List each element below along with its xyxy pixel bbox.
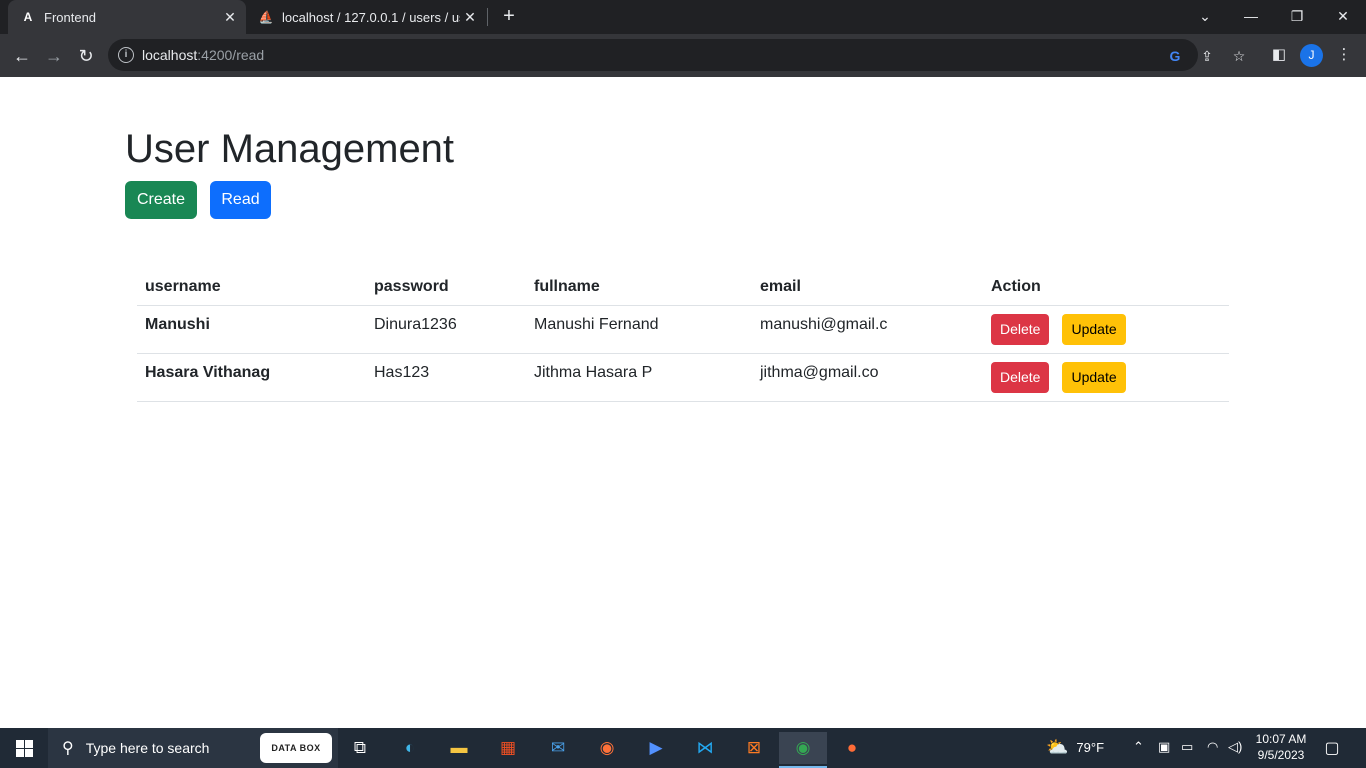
site-info-icon[interactable]: i bbox=[118, 47, 134, 63]
meet-icon[interactable]: ▣ bbox=[1158, 739, 1170, 755]
cell-actions: Delete Update bbox=[983, 353, 1229, 402]
edge-icon[interactable]: ◐ bbox=[390, 732, 430, 764]
weather-widget[interactable]: ⛅ 79°F bbox=[1046, 737, 1104, 758]
tab-title: Frontend bbox=[44, 9, 97, 25]
search-placeholder: Type here to search bbox=[85, 740, 210, 756]
url-path: :4200/read bbox=[197, 47, 265, 63]
tab-title: localhost / 127.0.0.1 / users / use bbox=[282, 9, 460, 25]
angular-icon: A bbox=[23, 10, 33, 24]
xampp-icon[interactable]: ⊠ bbox=[734, 732, 774, 764]
username-text: Manushi bbox=[145, 316, 210, 333]
cell-email: manushi@gmail.c bbox=[752, 305, 983, 354]
bookmark-star-icon[interactable]: ☆ bbox=[1230, 47, 1248, 65]
firefox-icon[interactable]: ◉ bbox=[587, 732, 627, 764]
windows-taskbar: ⚲ Type here to search DATA BOX ⧉ ◐ ▬ ▦ ✉… bbox=[0, 728, 1366, 768]
browser-toolbar: ← → ↻ i localhost:4200/read G ⇪ ☆ ◧ J ⋮ bbox=[0, 34, 1366, 77]
mail-icon[interactable]: ✉ bbox=[538, 732, 578, 764]
cell-password: Has123 bbox=[366, 353, 526, 402]
share-icon[interactable]: ⇪ bbox=[1198, 47, 1216, 65]
reload-button[interactable]: ↻ bbox=[72, 42, 100, 70]
close-icon[interactable]: ✕ bbox=[220, 9, 240, 26]
close-icon[interactable]: ✕ bbox=[460, 9, 480, 26]
table-row: Hasara Vithanag Has123 Jithma Hasara P j… bbox=[137, 353, 1229, 402]
url-host: localhost bbox=[142, 47, 198, 63]
page-content: User Management Create Read username pas… bbox=[0, 77, 1366, 728]
cell-fullname: Manushi Fernand bbox=[526, 305, 752, 354]
cell-fullname: Jithma Hasara P bbox=[526, 353, 752, 402]
page-title: User Management bbox=[125, 127, 455, 171]
url-text[interactable]: localhost:4200/read bbox=[142, 47, 264, 63]
table-row: Manushi Dinura1236 Manushi Fernand manus… bbox=[137, 305, 1229, 354]
cell-password: Dinura1236 bbox=[366, 305, 526, 354]
battery-icon[interactable]: ▭ bbox=[1181, 739, 1193, 755]
tab-divider bbox=[487, 8, 488, 26]
microsoft-store-icon[interactable]: ▦ bbox=[488, 732, 528, 764]
column-header-username: username bbox=[137, 267, 366, 306]
browser-tab-strip: A Frontend ✕ ⛵ localhost / 127.0.0.1 / u… bbox=[0, 0, 1366, 34]
forward-button[interactable]: → bbox=[40, 42, 68, 70]
databox-app[interactable]: DATA BOX bbox=[260, 733, 332, 763]
minimize-button[interactable]: — bbox=[1228, 0, 1274, 34]
vscode-icon[interactable]: ⋈ bbox=[685, 732, 725, 764]
column-header-action: Action bbox=[983, 267, 1229, 306]
fullname-text: Jithma Hasara P bbox=[534, 364, 653, 381]
delete-button[interactable]: Delete bbox=[991, 313, 1050, 345]
postman-icon[interactable]: ● bbox=[832, 732, 872, 764]
tab-frontend[interactable]: A Frontend ✕ bbox=[8, 0, 246, 34]
column-header-fullname: fullname bbox=[526, 267, 752, 306]
cell-username: Hasara Vithanag bbox=[137, 353, 366, 402]
tab-search-icon[interactable]: ⌄ bbox=[1182, 0, 1228, 34]
new-tab-button[interactable]: + bbox=[498, 5, 520, 27]
file-explorer-icon[interactable]: ▬ bbox=[439, 732, 479, 764]
create-button[interactable]: Create bbox=[125, 181, 197, 219]
phpmyadmin-icon: ⛵ bbox=[258, 10, 274, 24]
chevron-up-icon[interactable]: ⌃ bbox=[1133, 739, 1144, 755]
update-button[interactable]: Update bbox=[1062, 313, 1126, 345]
clock-time: 10:07 AM bbox=[1255, 732, 1307, 746]
task-view-icon[interactable]: ⧉ bbox=[340, 732, 380, 764]
read-button[interactable]: Read bbox=[210, 181, 271, 219]
system-clock[interactable]: 10:07 AM 9/5/2023 bbox=[1250, 731, 1312, 763]
google-lens-icon[interactable]: G bbox=[1166, 47, 1184, 65]
weather-temp: 79°F bbox=[1076, 740, 1105, 755]
fullname-text: Manushi Fernand bbox=[534, 316, 659, 333]
cell-email: jithma@gmail.co bbox=[752, 353, 983, 402]
password-text: Has123 bbox=[374, 364, 430, 381]
partly-cloudy-icon: ⛅ bbox=[1046, 737, 1069, 757]
profile-avatar[interactable]: J bbox=[1300, 44, 1323, 67]
username-text: Hasara Vithanag bbox=[145, 364, 271, 381]
update-button[interactable]: Update bbox=[1062, 361, 1126, 393]
volume-icon[interactable]: ◁) bbox=[1228, 739, 1242, 755]
column-header-password: password bbox=[366, 267, 526, 306]
tab-phpmyadmin[interactable]: ⛵ localhost / 127.0.0.1 / users / use ✕ bbox=[250, 0, 486, 34]
powershell-icon[interactable]: ▶ bbox=[636, 732, 676, 764]
windows-logo-icon bbox=[15, 739, 33, 757]
column-header-email: email bbox=[752, 267, 983, 306]
notification-icon[interactable]: ▢ bbox=[1320, 738, 1344, 758]
password-text: Dinura1236 bbox=[374, 316, 457, 333]
address-bar[interactable]: i localhost:4200/read G ⇪ ☆ bbox=[108, 39, 1245, 71]
email-text: jithma@gmail.co bbox=[760, 364, 879, 381]
delete-button[interactable]: Delete bbox=[991, 361, 1050, 393]
back-button[interactable]: ← bbox=[8, 42, 36, 70]
wifi-icon[interactable]: ◠ bbox=[1207, 739, 1218, 755]
cell-actions: Delete Update bbox=[983, 305, 1229, 354]
chrome-icon[interactable]: ◉ bbox=[779, 732, 827, 768]
users-table: username password fullname email Action … bbox=[137, 267, 1229, 402]
menu-kebab-icon[interactable]: ⋮ bbox=[1334, 45, 1354, 65]
table-header-row: username password fullname email Action bbox=[137, 267, 1229, 306]
restore-button[interactable]: ❐ bbox=[1274, 0, 1320, 34]
email-text: manushi@gmail.c bbox=[760, 316, 888, 333]
cell-username: Manushi bbox=[137, 305, 366, 354]
search-icon: ⚲ bbox=[62, 740, 74, 757]
start-button[interactable] bbox=[0, 728, 48, 768]
clock-date: 9/5/2023 bbox=[1257, 748, 1305, 762]
close-window-button[interactable]: ✕ bbox=[1320, 0, 1366, 34]
side-panel-icon[interactable]: ◧ bbox=[1269, 45, 1289, 65]
